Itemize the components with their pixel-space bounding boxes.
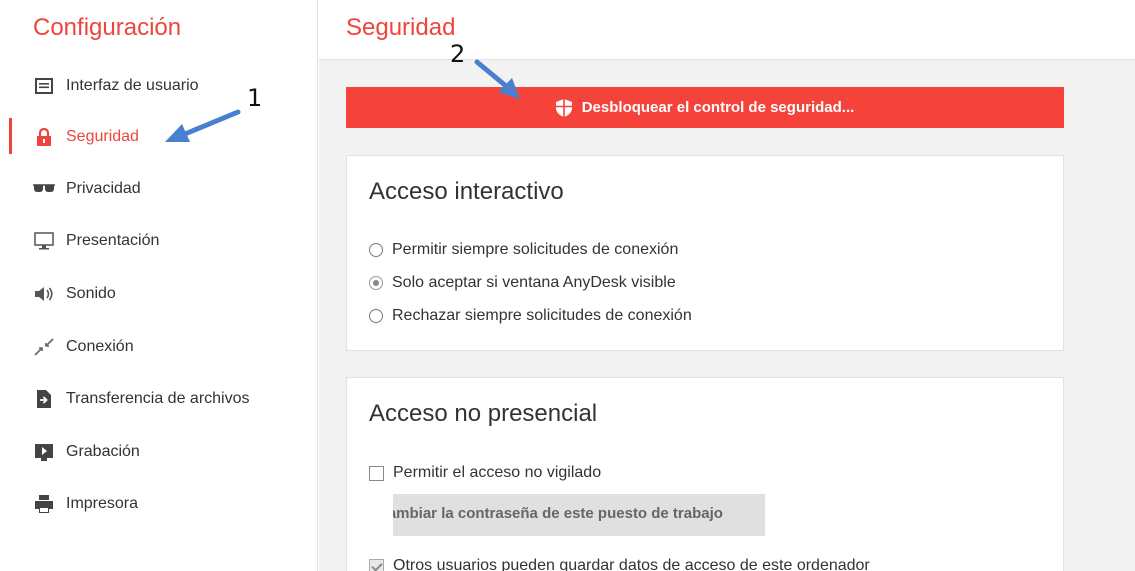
sidebar-item-label: Sonido (66, 285, 116, 302)
settings-window: Configuración Interfaz de usuario Seguri… (0, 0, 1135, 571)
sidebar-item-label: Privacidad (66, 180, 141, 197)
page-title: Seguridad (346, 14, 456, 41)
window-icon (33, 75, 55, 97)
sidebar-item-security[interactable]: Seguridad (0, 117, 318, 157)
checkbox[interactable] (369, 558, 384, 571)
printer-icon (33, 493, 55, 515)
sidebar-item-printer[interactable]: Impresora (0, 484, 318, 524)
main-content: Seguridad Desbloquear el control de segu… (319, 0, 1135, 571)
interactive-access-panel: Acceso interactivo Permitir siempre soli… (346, 155, 1064, 351)
lock-icon (33, 126, 55, 148)
unlock-security-label: Desbloquear el control de seguridad... (581, 99, 855, 116)
radio-always-reject[interactable]: Rechazar siempre solicitudes de conexión (369, 307, 692, 325)
radio-label: Rechazar siempre solicitudes de conexión (392, 307, 692, 324)
radio-only-if-visible[interactable]: Solo aceptar si ventana AnyDesk visible (369, 274, 676, 292)
main-header: Seguridad (319, 0, 1135, 60)
section-title: Acceso no presencial (369, 400, 598, 427)
sidebar-item-label: Conexión (66, 338, 134, 355)
sidebar-item-display[interactable]: Presentación (0, 221, 318, 261)
annotation-number-1: 1 (247, 84, 263, 112)
speaker-icon (33, 283, 55, 305)
section-title: Acceso interactivo (369, 178, 564, 205)
radio-button[interactable] (369, 309, 383, 323)
checkbox-label: Permitir el acceso no vigilado (393, 464, 602, 481)
radio-button[interactable] (369, 243, 383, 257)
sidebar: Configuración Interfaz de usuario Seguri… (0, 0, 318, 571)
checkbox-save-credentials[interactable]: Otros usuarios pueden guardar datos de a… (369, 557, 870, 571)
radio-always-allow[interactable]: Permitir siempre solicitudes de conexión (369, 241, 678, 259)
unlock-security-button[interactable]: Desbloquear el control de seguridad... (346, 87, 1064, 128)
monitor-icon (33, 230, 55, 252)
recording-icon (33, 441, 55, 463)
sidebar-item-label: Impresora (66, 495, 139, 512)
unattended-access-panel: Acceso no presencial Permitir el acceso … (346, 377, 1064, 571)
sunglasses-icon (33, 178, 55, 200)
sidebar-item-recording[interactable]: Grabación (0, 432, 318, 472)
shield-icon (555, 98, 572, 117)
radio-button[interactable] (369, 276, 383, 290)
sidebar-item-privacy[interactable]: Privacidad (0, 169, 318, 209)
radio-label: Solo aceptar si ventana AnyDesk visible (392, 274, 676, 291)
checkbox-allow-unattended[interactable]: Permitir el acceso no vigilado (369, 464, 601, 482)
sidebar-item-label: Presentación (66, 232, 160, 249)
change-password-label: Cambiar la contraseña de este puesto de … (393, 505, 723, 522)
sidebar-item-ui[interactable]: Interfaz de usuario (0, 66, 318, 106)
change-password-button[interactable]: Cambiar la contraseña de este puesto de … (393, 494, 765, 536)
checkbox-label: Otros usuarios pueden guardar datos de a… (393, 557, 870, 571)
sidebar-item-connection[interactable]: Conexión (0, 327, 318, 367)
sidebar-item-label: Transferencia de archivos (66, 390, 250, 407)
sidebar-item-sound[interactable]: Sonido (0, 274, 318, 314)
sidebar-item-file-transfer[interactable]: Transferencia de archivos (0, 379, 318, 419)
checkbox[interactable] (369, 465, 384, 481)
connection-icon (33, 336, 55, 358)
sidebar-item-label: Interfaz de usuario (66, 77, 199, 94)
radio-label: Permitir siempre solicitudes de conexión (392, 241, 679, 258)
sidebar-item-label: Grabación (66, 443, 140, 460)
file-transfer-icon (33, 388, 55, 410)
sidebar-title: Configuración (33, 14, 182, 41)
sidebar-item-label: Seguridad (66, 128, 139, 145)
annotation-number-2: 2 (450, 40, 466, 68)
